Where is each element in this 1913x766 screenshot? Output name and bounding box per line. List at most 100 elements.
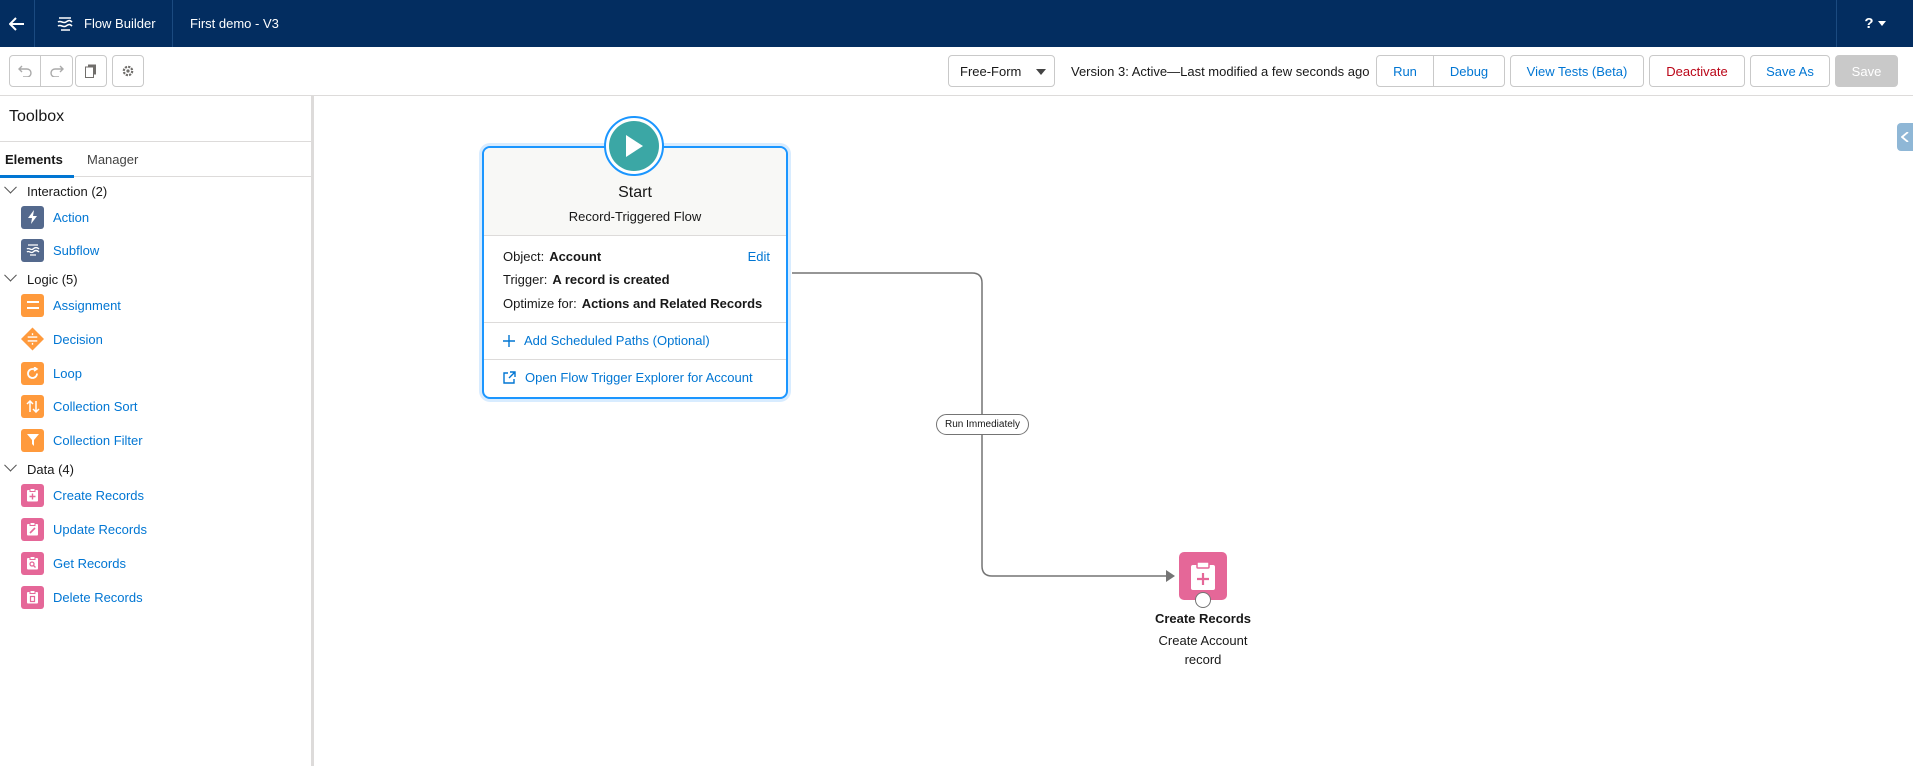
group-logic[interactable]: Logic (5) xyxy=(4,268,78,288)
save-button[interactable]: Save xyxy=(1835,55,1898,87)
divider xyxy=(484,322,786,323)
top-navigation-bar: Flow Builder First demo - V3 ? xyxy=(0,0,1913,47)
element-delete-records[interactable]: Delete Records xyxy=(21,585,143,609)
app-title: Flow Builder xyxy=(84,16,156,31)
create-records-node-title: Create Records xyxy=(1154,611,1252,626)
layout-mode-value: Free-Form xyxy=(960,63,1022,79)
add-scheduled-paths-link[interactable]: Add Scheduled Paths (Optional) xyxy=(503,333,710,348)
tab-manager[interactable]: Manager xyxy=(87,142,138,177)
group-interaction[interactable]: Interaction (2) xyxy=(4,180,108,200)
element-loop[interactable]: Loop xyxy=(21,361,82,385)
element-label: Action xyxy=(53,209,90,225)
start-node-button[interactable] xyxy=(604,116,664,176)
debug-button[interactable]: Debug xyxy=(1433,55,1505,87)
element-label: Decision xyxy=(53,331,103,347)
chevron-left-icon xyxy=(1901,132,1909,142)
sort-icon xyxy=(21,394,44,418)
back-arrow-icon xyxy=(9,16,24,31)
delete-records-icon xyxy=(21,585,44,609)
element-label: Update Records xyxy=(53,521,147,537)
undo-icon xyxy=(18,65,32,77)
element-label: Subflow xyxy=(53,242,100,258)
help-icon: ? xyxy=(1864,15,1874,32)
layout-mode-select[interactable]: Free-Form xyxy=(948,55,1055,87)
group-label: Interaction (2) xyxy=(27,183,108,199)
create-records-icon xyxy=(1191,561,1215,590)
start-node[interactable]: Start Record-Triggered Flow Object: Acco… xyxy=(482,146,788,399)
lightning-icon xyxy=(21,205,44,229)
node-connector-handle[interactable] xyxy=(1195,592,1211,608)
play-icon xyxy=(609,121,659,171)
collapse-panel-button[interactable] xyxy=(1897,123,1913,151)
toolbox-tabs: Elements Manager xyxy=(0,141,311,178)
trigger-row: Trigger: A record is created xyxy=(503,272,670,287)
chevron-down-icon xyxy=(4,180,17,194)
copy-icon xyxy=(85,64,96,78)
group-label: Data (4) xyxy=(27,461,74,477)
element-subflow[interactable]: Subflow xyxy=(21,238,99,262)
undo-button[interactable] xyxy=(10,56,41,86)
element-label: Get Records xyxy=(53,555,126,571)
toolbar: Free-Form Version 3: Active—Last modifie… xyxy=(0,47,1913,96)
element-label: Loop xyxy=(53,365,82,381)
element-label: Create Records xyxy=(53,487,145,503)
undo-redo-group xyxy=(9,55,73,87)
filter-icon xyxy=(21,428,44,452)
element-update-records[interactable]: Update Records xyxy=(21,517,147,541)
optimize-value: Actions and Related Records xyxy=(581,296,763,311)
element-decision[interactable]: Decision xyxy=(21,327,103,351)
trigger-value: A record is created xyxy=(552,272,670,287)
tab-elements[interactable]: Elements xyxy=(0,142,74,178)
start-title: Start xyxy=(618,184,652,201)
assignment-icon xyxy=(21,293,44,317)
get-records-icon xyxy=(21,551,44,575)
element-get-records[interactable]: Get Records xyxy=(21,551,126,575)
update-records-icon xyxy=(21,517,44,541)
external-link-icon xyxy=(503,371,516,384)
chevron-down-icon xyxy=(4,458,17,472)
element-label: Collection Sort xyxy=(53,398,138,414)
element-label: Assignment xyxy=(53,297,121,313)
view-tests-button[interactable]: View Tests (Beta) xyxy=(1510,55,1644,87)
save-as-button[interactable]: Save As xyxy=(1750,55,1830,87)
edit-trigger-link[interactable]: Edit xyxy=(748,249,770,264)
toolbox-title: Toolbox xyxy=(9,108,65,125)
create-records-icon xyxy=(21,483,44,507)
run-button[interactable]: Run xyxy=(1376,55,1434,87)
caret-down-icon xyxy=(1877,21,1886,26)
redo-icon xyxy=(49,65,64,77)
connector-label-run-immediately[interactable]: Run Immediately xyxy=(936,414,1029,435)
settings-button[interactable] xyxy=(112,55,144,87)
element-action[interactable]: Action xyxy=(21,205,89,229)
optimize-label: Optimize for: xyxy=(503,296,577,311)
redo-button[interactable] xyxy=(41,56,72,86)
element-collection-sort[interactable]: Collection Sort xyxy=(21,394,138,418)
element-create-records[interactable]: Create Records xyxy=(21,483,144,507)
trigger-label: Trigger: xyxy=(503,272,548,287)
subflow-icon xyxy=(21,238,44,262)
flow-name: First demo - V3 xyxy=(190,16,279,31)
object-row: Object: Account xyxy=(503,249,601,264)
copy-button[interactable] xyxy=(75,55,107,87)
add-scheduled-paths-label: Add Scheduled Paths (Optional) xyxy=(524,333,710,348)
flow-builder-icon xyxy=(57,16,73,31)
deactivate-button[interactable]: Deactivate xyxy=(1649,55,1745,87)
version-status: Version 3: Active—Last modified a few se… xyxy=(1071,63,1370,79)
decision-icon xyxy=(21,327,44,351)
divider xyxy=(484,359,786,360)
toolbox-panel: Toolbox Elements Manager Interaction (2)… xyxy=(0,96,314,766)
start-subtitle: Record-Triggered Flow xyxy=(568,209,702,224)
help-menu-button[interactable]: ? xyxy=(1836,0,1913,47)
app-title-area: Flow Builder xyxy=(40,0,173,47)
object-value: Account xyxy=(549,249,602,264)
chevron-down-icon xyxy=(1036,69,1046,75)
loop-icon xyxy=(21,361,44,385)
open-trigger-explorer-link[interactable]: Open Flow Trigger Explorer for Account xyxy=(503,370,753,385)
element-assignment[interactable]: Assignment xyxy=(21,293,121,317)
plus-icon xyxy=(503,334,515,347)
open-trigger-explorer-label: Open Flow Trigger Explorer for Account xyxy=(525,370,753,385)
element-collection-filter[interactable]: Collection Filter xyxy=(21,428,143,452)
back-button[interactable] xyxy=(0,0,35,47)
group-data[interactable]: Data (4) xyxy=(4,458,74,478)
group-label: Logic (5) xyxy=(27,271,78,287)
